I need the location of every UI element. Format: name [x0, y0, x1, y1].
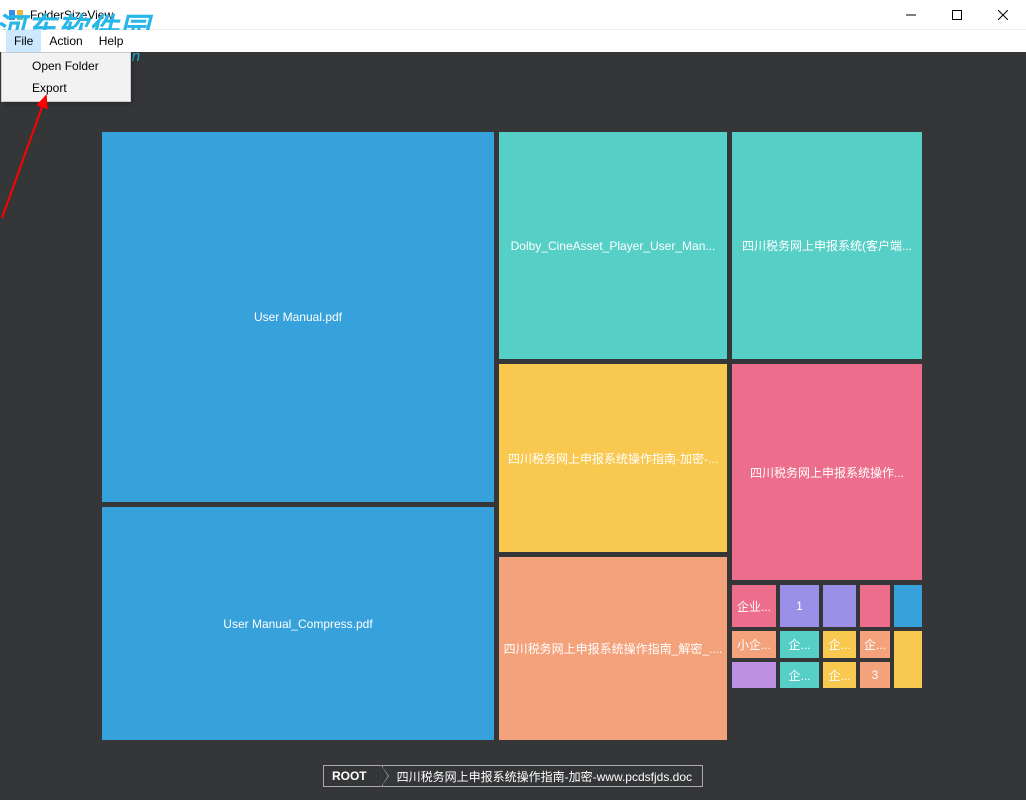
menu-file[interactable]: File [6, 30, 41, 52]
treemap-tile[interactable]: User Manual_Compress.pdf [102, 507, 494, 740]
treemap-tile[interactable]: 四川税务网上申报系统操作指南_解密_.... [499, 557, 727, 740]
maximize-button[interactable] [934, 0, 980, 30]
treemap-tile[interactable] [894, 585, 922, 627]
treemap-tile[interactable]: 企... [823, 631, 856, 658]
treemap-tile[interactable]: 企... [780, 631, 819, 658]
treemap-tile[interactable]: 四川税务网上申报系统(客户端... [732, 132, 922, 359]
treemap-tile[interactable]: 企业... [732, 585, 776, 627]
treemap-tile[interactable]: 企... [823, 662, 856, 688]
app-icon [8, 7, 24, 23]
treemap-tile[interactable]: 企... [860, 631, 890, 658]
window-titlebar: FolderSizeView [0, 0, 1026, 30]
menu-action[interactable]: Action [41, 30, 90, 52]
menubar: File Action Help [0, 30, 1026, 52]
treemap-tile[interactable]: 1 [780, 585, 819, 627]
treemap-tile[interactable]: 四川税务网上申报系统操作... [732, 364, 922, 580]
treemap-tile[interactable] [732, 662, 776, 688]
treemap-tile[interactable] [894, 631, 922, 688]
treemap-tile[interactable]: 四川税务网上申报系统操作指南-加密-... [499, 364, 727, 552]
close-button[interactable] [980, 0, 1026, 30]
treemap-tile[interactable] [732, 692, 922, 740]
menu-help[interactable]: Help [91, 30, 132, 52]
treemap-tile[interactable]: 企... [780, 662, 819, 688]
menu-open-folder[interactable]: Open Folder [4, 55, 128, 77]
breadcrumb-root[interactable]: ROOT [323, 765, 382, 787]
annotation-arrow [0, 90, 55, 220]
breadcrumb-path[interactable]: 四川税务网上申报系统操作指南-加密-www.pcdsfjds.doc [382, 765, 703, 787]
treemap-tile[interactable]: 3 [860, 662, 890, 688]
breadcrumb: ROOT 四川税务网上申报系统操作指南-加密-www.pcdsfjds.doc [323, 765, 703, 787]
treemap-tile[interactable] [860, 585, 890, 627]
treemap: User Manual.pdfUser Manual_Compress.pdfD… [102, 132, 922, 740]
treemap-canvas: User Manual.pdfUser Manual_Compress.pdfD… [0, 52, 1026, 800]
minimize-button[interactable] [888, 0, 934, 30]
treemap-tile[interactable]: 小企... [732, 631, 776, 658]
treemap-tile[interactable]: User Manual.pdf [102, 132, 494, 502]
treemap-tile[interactable] [823, 585, 856, 627]
treemap-tile[interactable]: Dolby_CineAsset_Player_User_Man... [499, 132, 727, 359]
window-title: FolderSizeView [30, 8, 888, 22]
